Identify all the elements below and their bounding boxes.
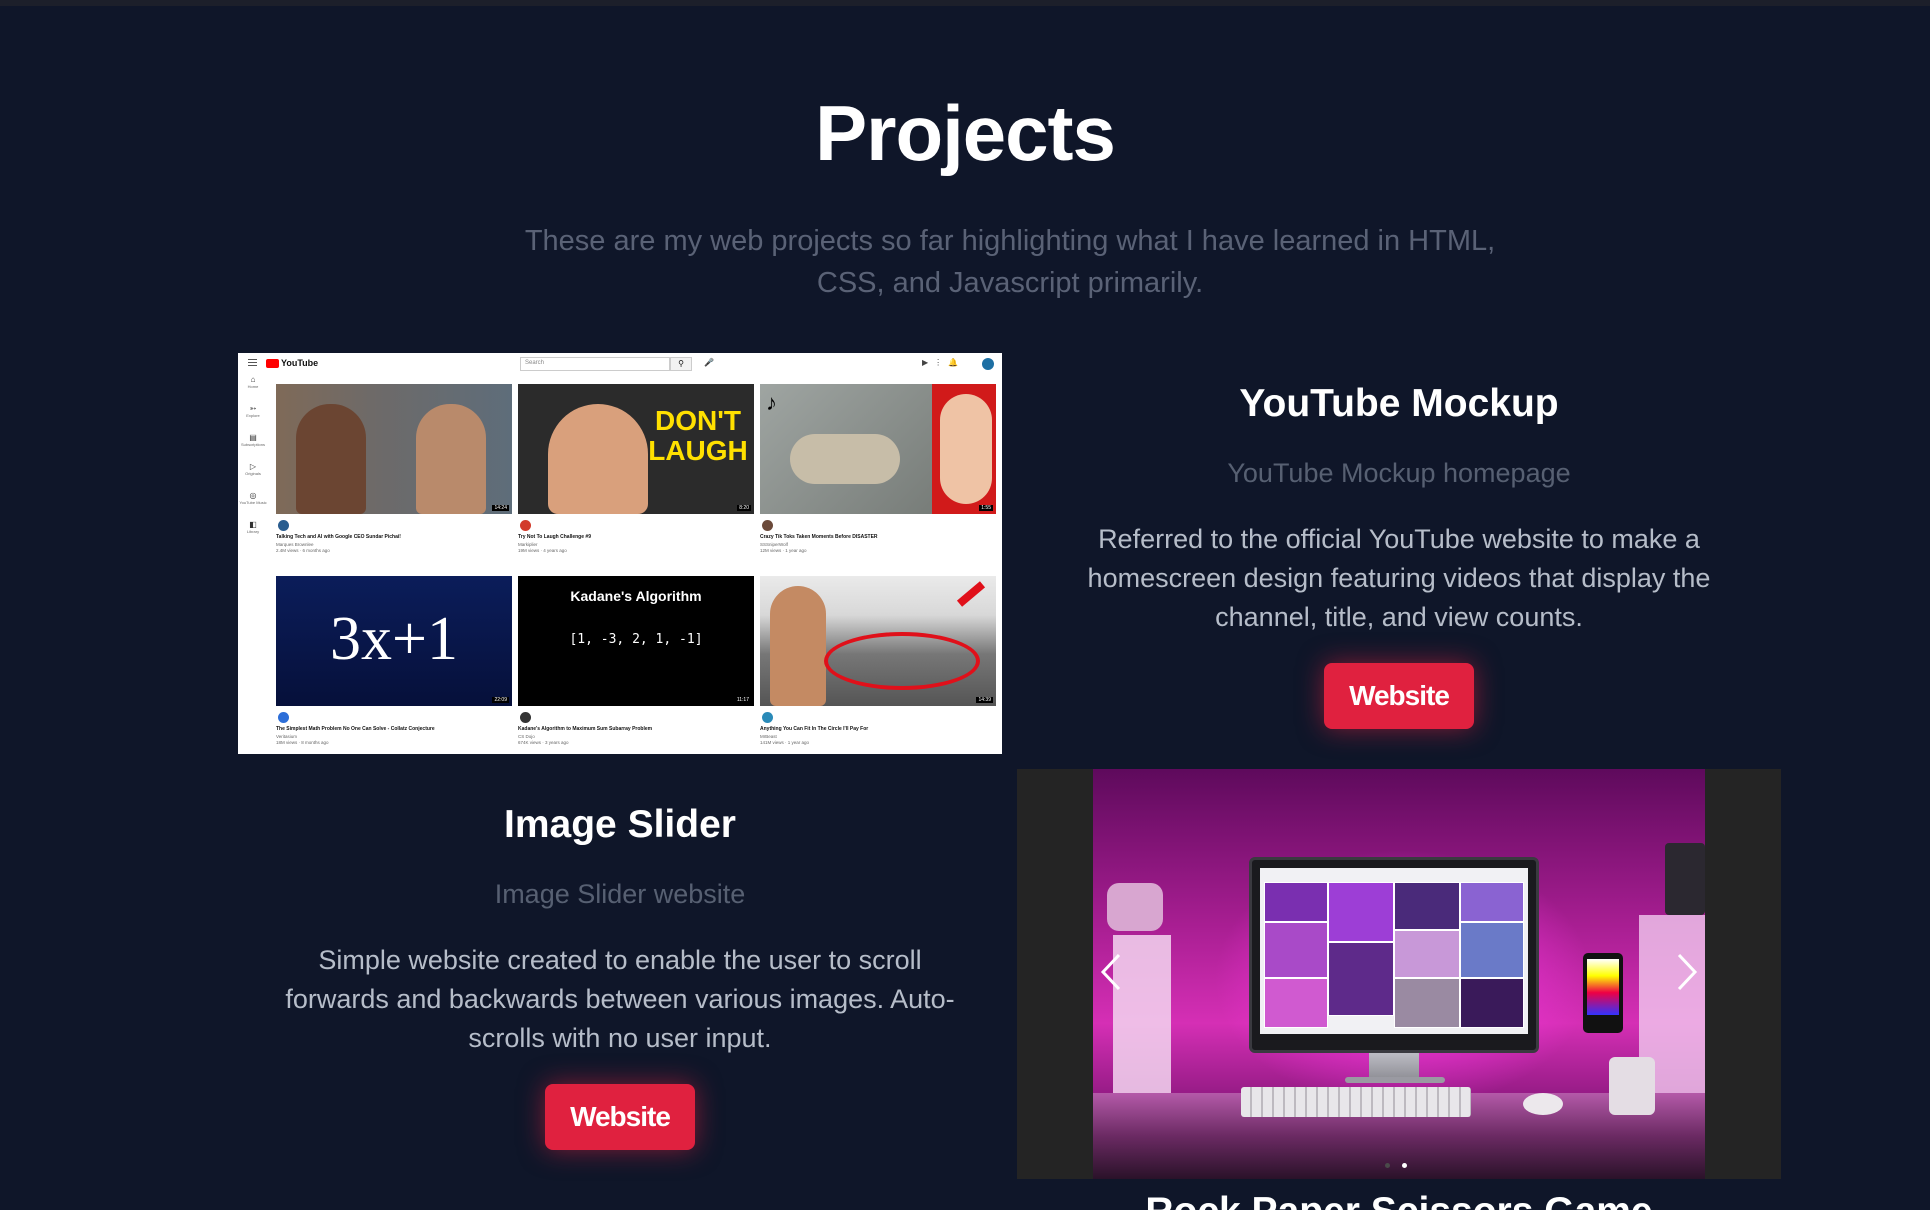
video-duration: 8:20	[737, 505, 751, 511]
yt-logo-text: YouTube	[281, 358, 319, 368]
thumbnail-text: [1, -3, 2, 1, -1]	[569, 632, 703, 647]
mic-icon: 🎤	[704, 358, 714, 367]
chevron-right-icon[interactable]	[1665, 947, 1705, 997]
video-duration: 11:17	[734, 697, 751, 703]
mouse-shape	[1523, 1093, 1563, 1115]
avatar	[982, 358, 994, 370]
play-icon	[266, 358, 279, 368]
menu-icon	[248, 359, 257, 366]
yt-video-card: DON'T LAUGH 8:20 Try Not To Laugh Challe…	[518, 384, 754, 564]
video-title: Try Not To Laugh Challenge #9	[518, 534, 591, 540]
yt-header-icons: ▶⋮🔔	[922, 358, 965, 367]
video-title: Talking Tech and AI with Google CEO Sund…	[276, 534, 401, 540]
video-channel: MrBeast	[760, 734, 777, 739]
channel-avatar	[278, 712, 289, 723]
channel-avatar	[762, 520, 773, 531]
video-thumbnail: 3x+1 22:09	[276, 576, 512, 706]
project-title-slider: Image Slider	[504, 803, 736, 846]
top-bar	[0, 0, 1930, 6]
keyboard-shape	[1241, 1087, 1471, 1117]
channel-avatar	[762, 712, 773, 723]
yt-video-card: 3x+1 22:09 The Simplest Math Problem No …	[276, 576, 512, 754]
video-thumbnail: 14:24	[276, 384, 512, 514]
camera-shape	[1107, 883, 1163, 931]
originals-icon: ▷ Originals	[245, 462, 261, 476]
project-title-next: Rock Paper Scissors Game	[1017, 1190, 1781, 1210]
video-views: 19M views · 4 years ago	[518, 548, 567, 553]
mug-shape	[1609, 1057, 1655, 1115]
chevron-left-icon[interactable]	[1093, 947, 1133, 997]
video-title: Crazy Tik Toks Taken Moments Before DISA…	[760, 534, 878, 540]
video-views: 12M views · 1 year ago	[760, 548, 807, 553]
video-channel: Marques Brownlee	[276, 542, 314, 547]
page-subtitle: These are my web projects so far highlig…	[524, 225, 1496, 299]
video-duration: 14:39	[976, 697, 993, 703]
yt-sidebar: ⌂ Home ➳ Explore ▤ Subscriptions ▷ Originals…	[238, 375, 268, 754]
video-views: 18M views · 8 months ago	[276, 740, 329, 745]
music-icon: ◎ YouTube Music	[239, 491, 267, 505]
project-subtitle-youtube: YouTube Mockup homepage	[1227, 458, 1571, 488]
video-channel: CS Dojo	[518, 734, 535, 739]
slider-dot[interactable]	[1385, 1163, 1390, 1168]
slider-dot-active[interactable]	[1402, 1163, 1407, 1168]
video-thumbnail: 14:39	[760, 576, 996, 706]
video-views: 674K views · 3 years ago	[518, 740, 569, 745]
project-subtitle-slider: Image Slider website	[494, 879, 746, 909]
video-title: The Simplest Math Problem No One Can Sol…	[276, 726, 435, 732]
channel-avatar	[278, 520, 289, 531]
thumbnail-text: DON'T LAUGH	[648, 405, 748, 466]
video-title: Kadane's Algorithm to Maximum Sum Subarr…	[518, 726, 653, 732]
tiktok-icon: ♪	[766, 390, 777, 415]
yt-video-card: ♪ 1:55 Crazy Tik Toks Taken Moments Befo…	[760, 384, 996, 564]
video-thumbnail: ♪ 1:55	[760, 384, 996, 514]
video-channel: SSSniperWolf	[760, 542, 788, 547]
monitor-shape	[1249, 857, 1539, 1053]
image-slider-screenshot[interactable]	[1017, 769, 1781, 1179]
video-thumbnail: DON'T LAUGH 8:20	[518, 384, 754, 514]
thumbnail-text: Kadane's Algorithm	[570, 588, 702, 604]
yt-header: YouTube Search ⚲ 🎤 ▶⋮🔔	[238, 353, 1002, 375]
project-title-youtube: YouTube Mockup	[1239, 382, 1559, 425]
slider-image	[1093, 769, 1705, 1179]
channel-avatar	[520, 712, 531, 723]
slider-website-button[interactable]: Website	[545, 1084, 695, 1150]
video-duration: 22:09	[492, 697, 509, 703]
subscriptions-icon: ▤ Subscriptions	[240, 433, 265, 447]
explore-icon: ➳ Explore	[246, 404, 260, 418]
yt-video-card: 14:39 Anything You Can Fit In The Circle…	[760, 576, 996, 754]
youtube-mockup-screenshot[interactable]: YouTube Search ⚲ 🎤 ▶⋮🔔 ⌂ Home ➳ Explore ▤ S…	[238, 353, 1002, 754]
yt-video-card: 14:24 Talking Tech and AI with Google CE…	[276, 384, 512, 564]
phone-shape	[1583, 953, 1623, 1033]
channel-avatar	[520, 520, 531, 531]
library-icon: ◧ Library	[246, 520, 260, 534]
video-channel: Markiplier	[518, 542, 538, 547]
search-icon: ⚲	[670, 357, 692, 371]
speaker-shape	[1665, 843, 1705, 915]
yt-search-input: Search	[520, 357, 670, 371]
video-thumbnail: Kadane's Algorithm [1, -3, 2, 1, -1] 11:…	[518, 576, 754, 706]
video-duration: 1:55	[979, 505, 993, 511]
home-icon: ⌂ Home	[247, 375, 259, 389]
slider-dots	[1317, 1163, 1477, 1175]
project-description-youtube: Referred to the official YouTube website…	[1087, 524, 1711, 632]
video-duration: 14:24	[492, 505, 509, 511]
yt-video-card: Kadane's Algorithm [1, -3, 2, 1, -1] 11:…	[518, 576, 754, 754]
thumbnail-text: 3x+1	[330, 605, 458, 673]
video-views: 2.4M views · 6 months ago	[276, 548, 330, 553]
video-title: Anything You Can Fit In The Circle I'll …	[760, 726, 869, 732]
project-description-slider: Simple website created to enable the use…	[285, 945, 955, 1053]
yt-logo: YouTube	[266, 358, 318, 368]
youtube-website-button[interactable]: Website	[1324, 663, 1474, 729]
video-channel: Veritasium	[276, 734, 298, 739]
page-title: Projects	[815, 89, 1116, 177]
video-views: 141M views · 1 year ago	[760, 740, 810, 745]
